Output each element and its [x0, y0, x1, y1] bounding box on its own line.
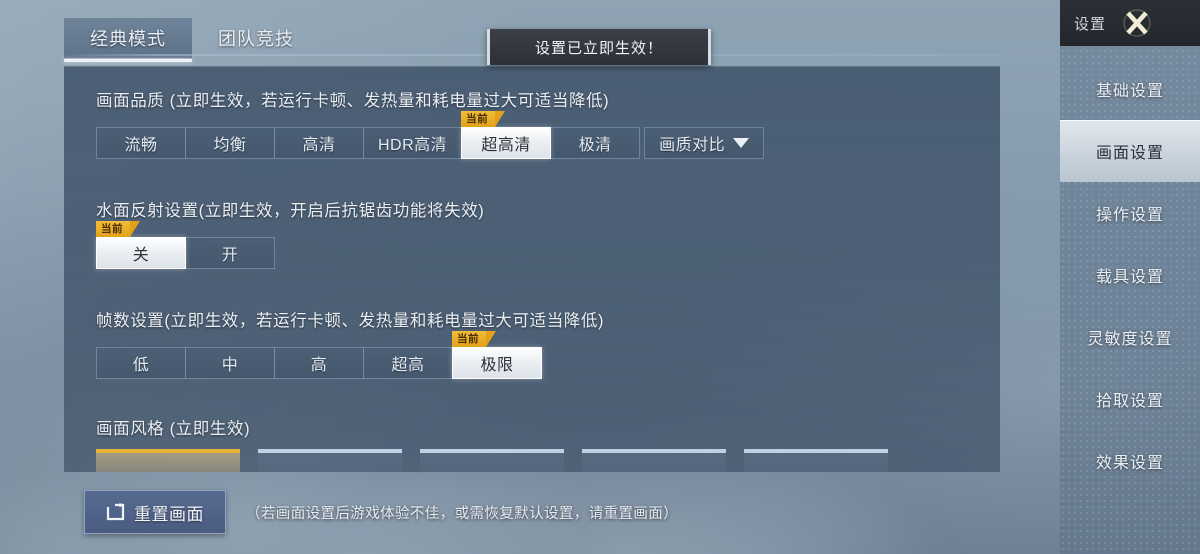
quality-option-extreme-hd[interactable]: 极清 [550, 127, 641, 159]
water-selected-wrap: 当前 关 [96, 221, 186, 269]
footer-bar: 重置画面 （若画面设置后游戏体验不佳，或需恢复默认设置，请重置画面） [84, 490, 678, 534]
style-card[interactable] [96, 449, 240, 472]
framerate-option-ultra-label: 超高 [391, 357, 425, 374]
quality-option-hd-label: 高清 [302, 137, 336, 154]
framerate-option-ultra[interactable]: 超高 [363, 347, 453, 379]
style-card[interactable] [420, 449, 564, 472]
quality-option-balanced[interactable]: 均衡 [185, 127, 275, 159]
reset-icon [106, 503, 125, 521]
framerate-option-extreme[interactable]: 极限 [452, 347, 542, 379]
sidebar-item-graphics-label: 画面设置 [1095, 145, 1164, 162]
current-badge-quality: 当前 [461, 111, 506, 127]
quality-selected-wrap: 当前 超高清 [461, 111, 552, 159]
style-card[interactable] [744, 449, 888, 472]
framerate-option-medium-label: 中 [221, 357, 239, 374]
water-option-off[interactable]: 关 [96, 237, 186, 269]
quality-option-balanced-label: 均衡 [213, 137, 247, 154]
quality-option-ultra-hd-label: 超高清 [481, 137, 531, 154]
picture-style-cards [96, 449, 1000, 472]
tab-classic-mode-label: 经典模式 [90, 29, 166, 49]
close-x-icon [1123, 9, 1151, 37]
sidebar-item-basic-label: 基础设置 [1095, 83, 1164, 100]
sidebar-item-controls-label: 操作设置 [1095, 207, 1164, 224]
sidebar-item-basic[interactable]: 基础设置 [1060, 58, 1200, 120]
close-settings-button[interactable] [1118, 4, 1156, 42]
settings-sidebar: 设置 基础设置 画面设置 操作设置 载具设置 灵敏度设置 拾取设置 效果设置 [1060, 0, 1200, 554]
water-reflection-title: 水面反射设置(立即生效，开启后抗锯齿功能将失效) [96, 202, 485, 220]
sidebar-item-controls[interactable]: 操作设置 [1060, 182, 1200, 244]
framerate-option-low[interactable]: 低 [96, 347, 186, 379]
sidebar-item-sensitivity-label: 灵敏度设置 [1087, 331, 1173, 348]
section-picture-style: 画面风格 (立即生效) [96, 415, 1000, 472]
sidebar-items: 基础设置 画面设置 操作设置 载具设置 灵敏度设置 拾取设置 效果设置 [1060, 46, 1200, 492]
sidebar-item-effects-label: 效果设置 [1095, 455, 1164, 472]
frame-rate-title: 帧数设置(立即生效，若运行卡顿、发热量和耗电量过大可适当降低) [96, 312, 605, 330]
quality-comparison-dropdown[interactable]: 画质对比 [644, 127, 765, 159]
framerate-selected-wrap: 当前 极限 [452, 331, 542, 379]
reset-graphics-label: 重置画面 [134, 504, 204, 524]
frame-rate-options: 低 中 高 超高 当前 极限 [96, 331, 1000, 379]
section-water-reflection: 水面反射设置(立即生效，开启后抗锯齿功能将失效) 当前 关 开 [96, 197, 1000, 269]
sidebar-item-pickup-label: 拾取设置 [1095, 393, 1164, 410]
water-reflection-options: 当前 关 开 [96, 221, 1000, 269]
quality-option-hdr-hd-label: HDR高清 [378, 137, 448, 154]
toast-message: 设置已立即生效！ [534, 39, 663, 57]
sidebar-title: 设置 [1074, 15, 1107, 33]
chevron-down-icon [733, 138, 750, 148]
sidebar-item-sensitivity[interactable]: 灵敏度设置 [1060, 306, 1200, 368]
sidebar-item-effects[interactable]: 效果设置 [1060, 430, 1200, 492]
section-frame-rate: 帧数设置(立即生效，若运行卡顿、发热量和耗电量过大可适当降低) 低 中 高 超高… [96, 307, 1000, 379]
game-settings-screen: 经典模式 团队竞技 设置已立即生效！ 画面品质 (立即生效，若运行卡顿、发热量和… [0, 0, 1200, 554]
quality-comparison-label: 画质对比 [659, 137, 726, 154]
current-badge-framerate: 当前 [452, 331, 496, 347]
framerate-option-high-label: 高 [310, 357, 328, 374]
tab-team-deathmatch-label: 团队竞技 [218, 29, 294, 49]
tab-team-deathmatch[interactable]: 团队竞技 [192, 18, 320, 58]
sidebar-item-pickup[interactable]: 拾取设置 [1060, 368, 1200, 430]
quality-option-hd[interactable]: 高清 [274, 127, 364, 159]
water-option-on[interactable]: 开 [185, 237, 275, 269]
sidebar-header: 设置 [1060, 0, 1200, 46]
quality-option-hdr-hd[interactable]: HDR高清 [363, 127, 463, 159]
framerate-option-high[interactable]: 高 [274, 347, 364, 379]
reset-graphics-button[interactable]: 重置画面 [84, 490, 226, 534]
reset-hint-text: （若画面设置后游戏体验不佳，或需恢复默认设置，请重置画面） [246, 505, 679, 522]
quality-option-smooth-label: 流畅 [124, 137, 158, 154]
section-picture-quality: 画面品质 (立即生效，若运行卡顿、发热量和耗电量过大可适当降低) 流畅 均衡 高… [96, 87, 1000, 159]
quality-option-ultra-hd[interactable]: 超高清 [461, 127, 552, 159]
framerate-option-extreme-label: 极限 [480, 357, 514, 374]
framerate-option-medium[interactable]: 中 [185, 347, 275, 379]
water-option-on-label: 开 [221, 247, 239, 264]
sidebar-item-graphics[interactable]: 画面设置 [1060, 120, 1200, 182]
water-option-off-label: 关 [132, 247, 150, 264]
picture-quality-options: 流畅 均衡 高清 HDR高清 当前 超高清 极清 画质对比 [96, 111, 1000, 159]
quality-option-smooth[interactable]: 流畅 [96, 127, 186, 159]
quality-option-extreme-hd-label: 极清 [578, 137, 612, 154]
settings-applied-toast: 设置已立即生效！ [487, 29, 711, 65]
style-card[interactable] [258, 449, 402, 472]
style-card[interactable] [582, 449, 726, 472]
picture-quality-title: 画面品质 (立即生效，若运行卡顿、发热量和耗电量过大可适当降低) [96, 92, 610, 110]
picture-style-title: 画面风格 (立即生效) [96, 420, 251, 438]
sidebar-item-vehicle-label: 载具设置 [1095, 269, 1164, 286]
graphics-settings-panel: 画面品质 (立即生效，若运行卡顿、发热量和耗电量过大可适当降低) 流畅 均衡 高… [64, 66, 1000, 472]
current-badge-water: 当前 [96, 221, 140, 237]
sidebar-item-vehicle[interactable]: 载具设置 [1060, 244, 1200, 306]
framerate-option-low-label: 低 [132, 357, 150, 374]
tab-classic-mode[interactable]: 经典模式 [64, 18, 192, 62]
